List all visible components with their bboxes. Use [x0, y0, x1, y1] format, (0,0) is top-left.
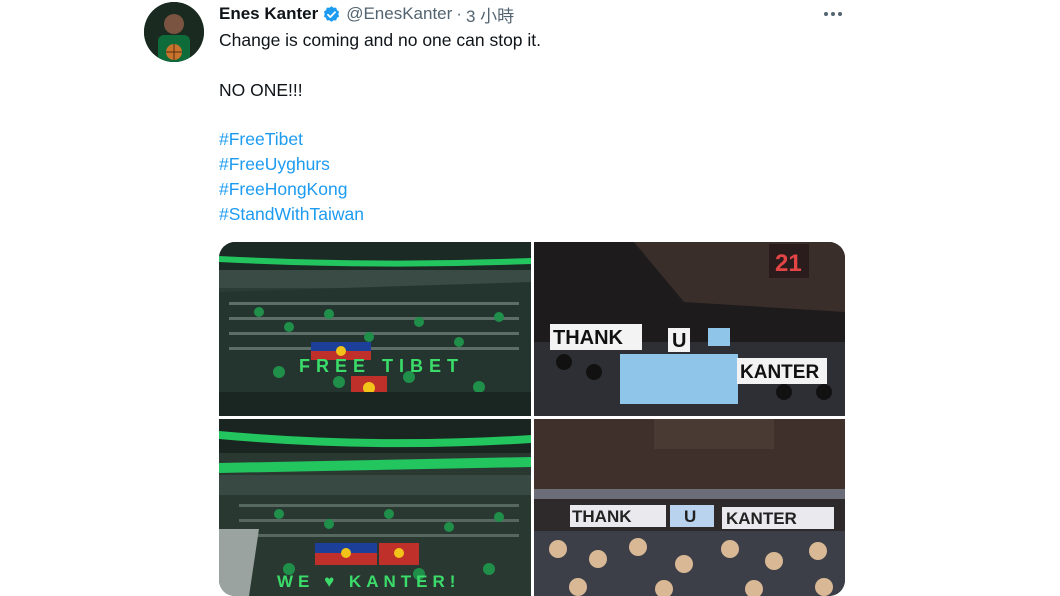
tweet-timestamp[interactable]: 3 小時: [466, 2, 514, 27]
media-photo[interactable]: 21 THANK U KANTER: [534, 242, 845, 416]
media-photo[interactable]: FREE TIBET: [219, 242, 531, 416]
svg-text:THANK: THANK: [572, 507, 632, 526]
svg-text:21: 21: [775, 250, 802, 277]
author-avatar[interactable]: [144, 2, 204, 62]
author-name[interactable]: Enes Kanter: [219, 4, 318, 24]
verified-badge-icon: [322, 5, 341, 24]
more-horizontal-icon[interactable]: [818, 4, 848, 24]
media-photo[interactable]: WE ♥ KANTER!: [219, 419, 531, 596]
svg-text:KANTER: KANTER: [740, 362, 819, 383]
media-grid: FREE TIBET 21 THANK U KANTER WE ♥ KANTER…: [219, 242, 845, 596]
hashtag-link[interactable]: #StandWithTaiwan: [219, 202, 364, 227]
svg-text:THANK: THANK: [553, 327, 624, 349]
header-separator: ·: [456, 4, 462, 23]
tweet-header: Enes Kanter @EnesKanter · 3 小時: [219, 2, 514, 27]
svg-text:KANTER: KANTER: [726, 509, 797, 528]
tweet[interactable]: Enes Kanter @EnesKanter · 3 小時 Change is…: [0, 0, 1060, 596]
author-handle[interactable]: @EnesKanter: [346, 4, 452, 24]
hashtag-link[interactable]: #FreeTibet: [219, 127, 303, 152]
svg-text:U: U: [684, 507, 696, 526]
svg-text:U: U: [672, 330, 686, 352]
tweet-text-line-2: NO ONE!!!: [219, 80, 303, 100]
tweet-text-line-1: Change is coming and no one can stop it.: [219, 30, 542, 50]
hashtag-link[interactable]: #FreeHongKong: [219, 177, 347, 202]
svg-text:FREE TIBET: FREE TIBET: [299, 356, 464, 376]
svg-text:WE ♥ KANTER!: WE ♥ KANTER!: [277, 572, 460, 591]
hashtag-link[interactable]: #FreeUyghurs: [219, 152, 330, 177]
media-photo[interactable]: THANK U KANTER: [534, 419, 845, 596]
